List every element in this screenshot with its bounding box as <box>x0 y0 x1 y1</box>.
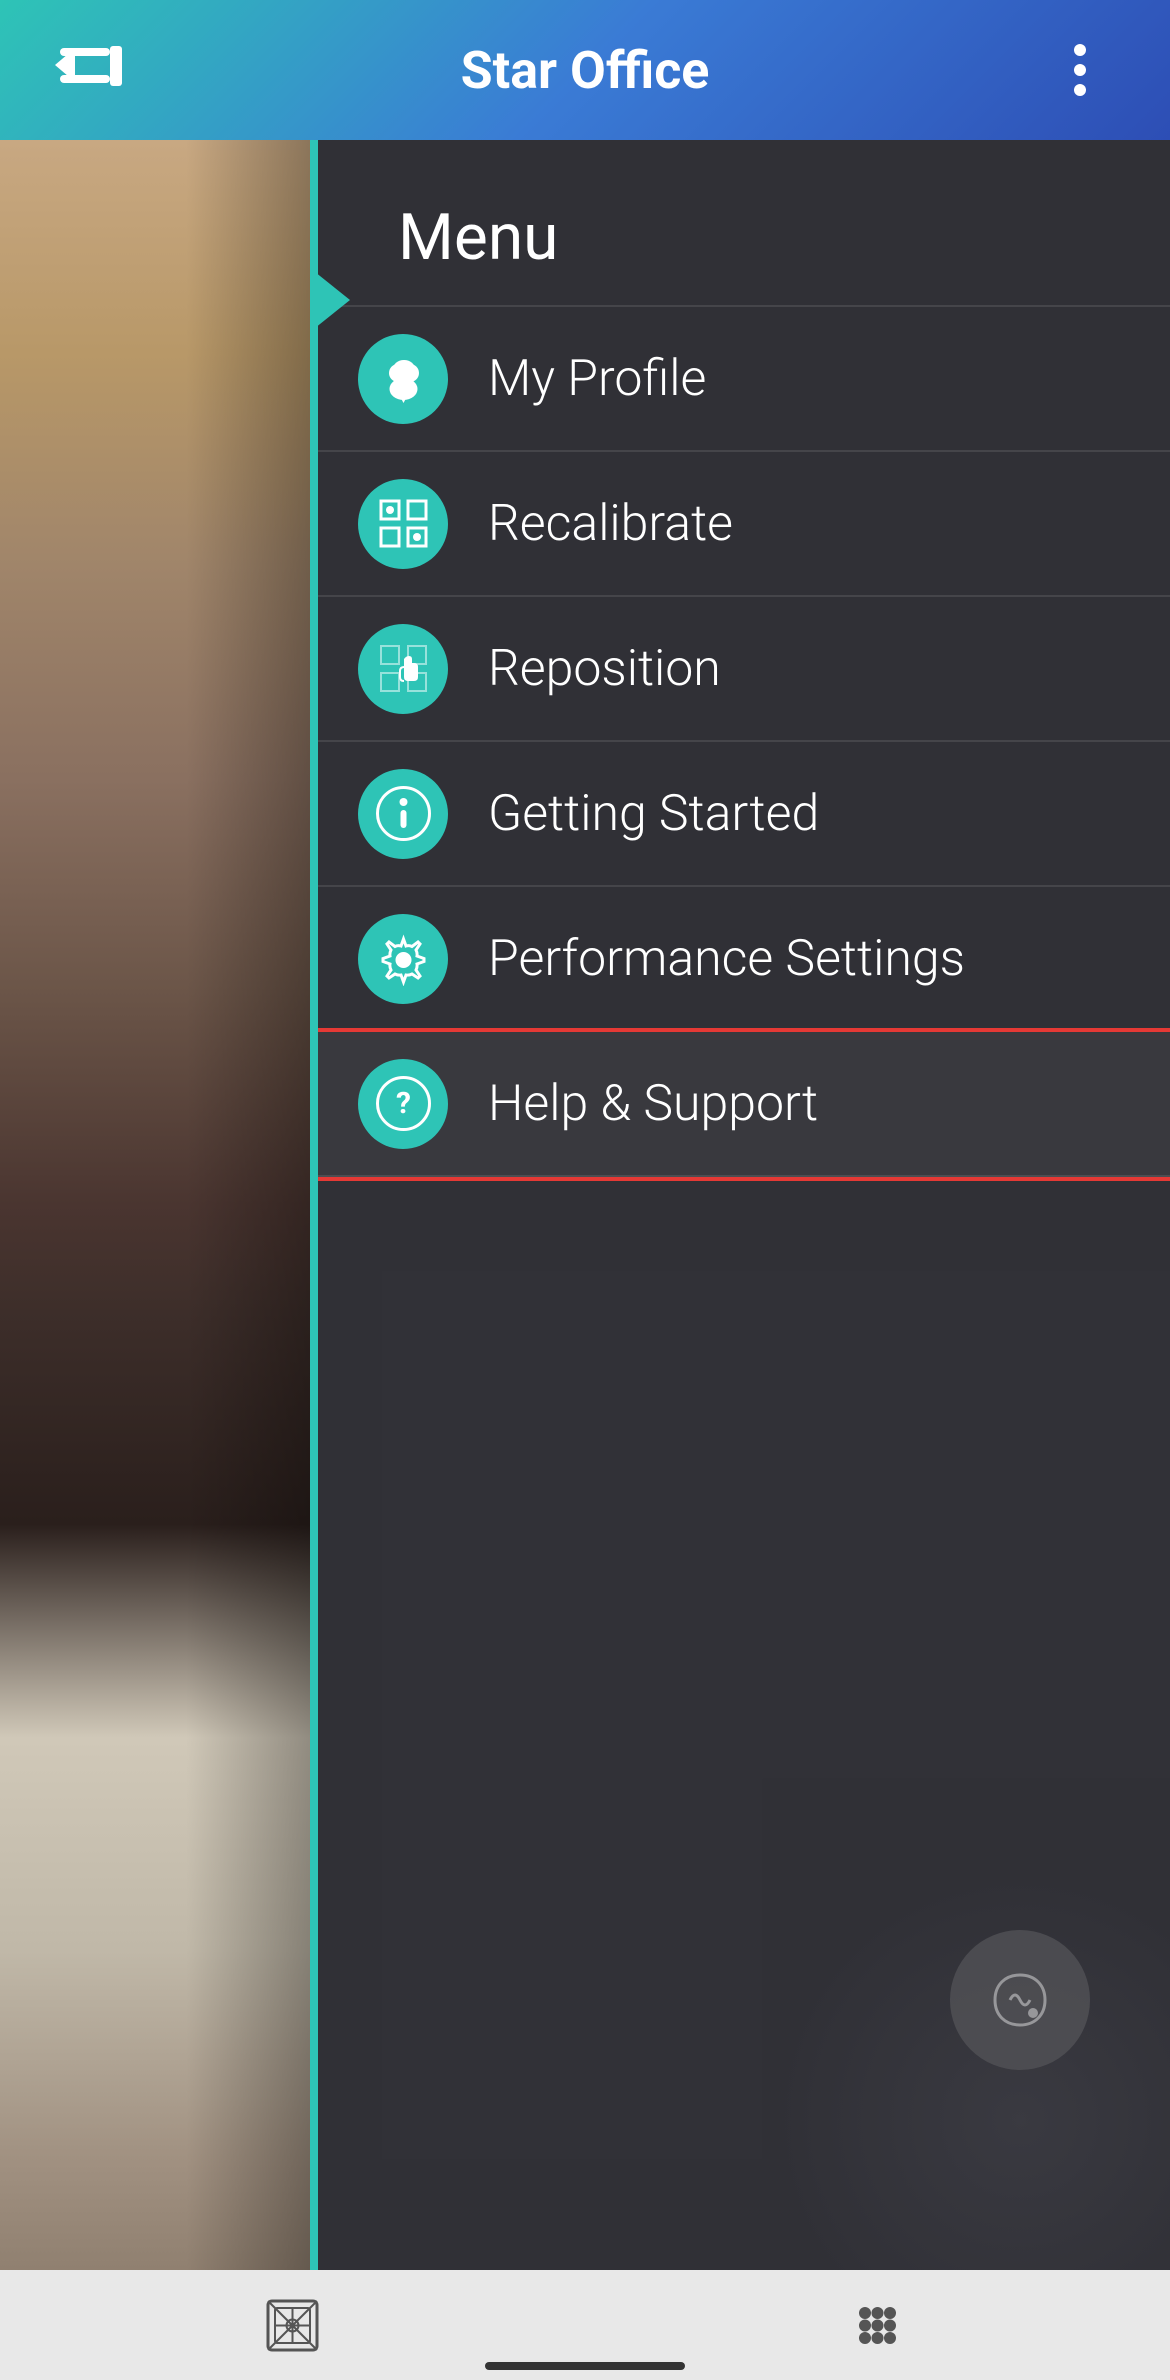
back-button[interactable] <box>50 35 130 105</box>
apps-icon <box>845 2293 910 2358</box>
more-options-button[interactable] <box>1040 35 1120 105</box>
help-icon: ? <box>376 1076 431 1131</box>
back-icon <box>55 38 125 102</box>
bottom-nav-apps[interactable] <box>818 2285 938 2365</box>
menu-item-help-support[interactable]: ? Help & Support <box>318 1032 1170 1177</box>
profile-icon <box>376 351 431 406</box>
app-title: Star Office <box>130 40 1040 101</box>
camera-background <box>0 140 310 2270</box>
menu-item-performance-settings[interactable]: Performance Settings <box>318 887 1170 1032</box>
recalibrate-icon-container <box>358 479 448 569</box>
teal-separator <box>310 140 318 2270</box>
menu-header: Menu <box>318 140 1170 307</box>
reposition-icon <box>376 641 431 696</box>
fab-button[interactable] <box>950 1930 1090 2070</box>
reposition-icon-container <box>358 624 448 714</box>
dot-1 <box>1074 44 1086 56</box>
svg-text:?: ? <box>396 1086 411 1121</box>
info-icon <box>376 786 431 841</box>
menu-arrow-icon <box>318 260 350 340</box>
help-support-label: Help & Support <box>488 1075 818 1133</box>
profile-icon-container <box>358 334 448 424</box>
getting-started-label: Getting Started <box>488 785 819 843</box>
settings-icon <box>376 931 431 986</box>
settings-icon-container <box>358 914 448 1004</box>
bottom-nav-gallery[interactable] <box>233 2285 353 2365</box>
performance-settings-label: Performance Settings <box>488 930 965 988</box>
reposition-label: Reposition <box>488 640 721 698</box>
main-content: Menu My Profile <box>0 140 1170 2270</box>
dot-3 <box>1074 84 1086 96</box>
menu-item-reposition[interactable]: Reposition <box>318 597 1170 742</box>
help-icon-container: ? <box>358 1059 448 1149</box>
my-profile-label: My Profile <box>488 350 706 408</box>
menu-item-recalibrate[interactable]: Recalibrate <box>318 452 1170 597</box>
info-icon-container <box>358 769 448 859</box>
menu-item-getting-started[interactable]: Getting Started <box>318 742 1170 887</box>
recalibrate-label: Recalibrate <box>488 495 733 553</box>
menu-list: My Profile Recalibrate <box>318 307 1170 1177</box>
menu-item-my-profile[interactable]: My Profile <box>318 307 1170 452</box>
menu-panel: Menu My Profile <box>318 140 1170 2270</box>
app-header: Star Office <box>0 0 1170 140</box>
dot-2 <box>1074 64 1086 76</box>
recalibrate-icon <box>376 496 431 551</box>
fab-icon <box>985 1965 1055 2035</box>
menu-title: Menu <box>398 200 558 275</box>
gallery-icon <box>260 2293 325 2358</box>
bottom-navigation <box>0 2270 1170 2380</box>
home-indicator <box>485 2362 685 2370</box>
